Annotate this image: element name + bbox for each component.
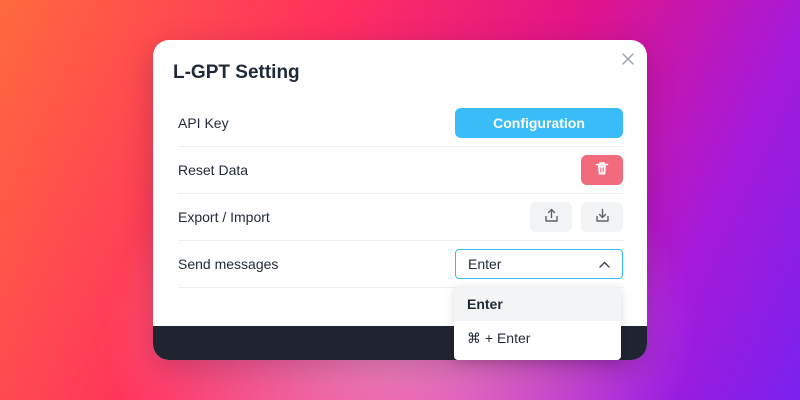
trash-icon xyxy=(595,161,609,179)
chevron-up-icon xyxy=(599,255,610,273)
send-messages-select[interactable]: Enter xyxy=(455,249,623,279)
dropdown-option-cmd-enter[interactable]: ⌘ + Enter xyxy=(454,321,621,356)
api-key-label: API Key xyxy=(178,115,229,131)
close-icon[interactable] xyxy=(621,52,635,66)
setting-row-reset-data: Reset Data xyxy=(178,147,623,194)
setting-row-send-messages: Send messages Enter xyxy=(178,241,623,288)
send-messages-dropdown: Enter ⌘ + Enter xyxy=(454,286,621,360)
download-icon xyxy=(595,208,610,226)
export-button[interactable] xyxy=(530,202,572,232)
configuration-button[interactable]: Configuration xyxy=(455,108,623,138)
upload-icon xyxy=(544,208,559,226)
import-button[interactable] xyxy=(581,202,623,232)
export-import-buttons xyxy=(530,202,623,232)
dropdown-option-enter[interactable]: Enter xyxy=(454,286,621,321)
reset-data-label: Reset Data xyxy=(178,162,249,178)
dialog-title: L-GPT Setting xyxy=(173,62,300,83)
setting-row-export-import: Export / Import xyxy=(178,194,623,241)
reset-data-button[interactable] xyxy=(581,155,623,185)
send-messages-label: Send messages xyxy=(178,256,279,272)
setting-row-api-key: API Key Configuration xyxy=(178,100,623,147)
export-import-label: Export / Import xyxy=(178,209,270,225)
send-messages-selected-value: Enter xyxy=(468,256,502,272)
